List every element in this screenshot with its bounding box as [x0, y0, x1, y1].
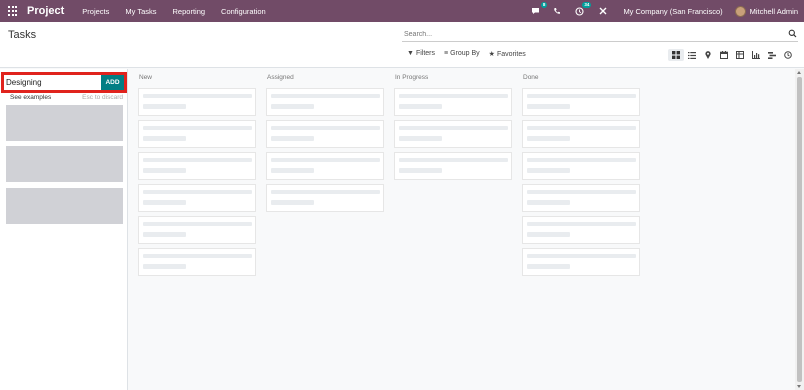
menu-my-tasks[interactable]: My Tasks	[125, 7, 156, 16]
quick-create-box: ADD	[1, 72, 127, 93]
map-view-icon[interactable]	[700, 49, 716, 61]
ghost-column-placeholder	[6, 188, 123, 224]
pivot-view-icon[interactable]	[732, 49, 748, 61]
quick-create-column: ADD See examples Esc to discard	[0, 69, 128, 390]
ghost-card	[266, 152, 384, 180]
menu-reporting[interactable]: Reporting	[173, 7, 206, 16]
column-title: In Progress	[395, 74, 429, 81]
top-navbar: Project Projects My Tasks Reporting Conf…	[0, 0, 804, 22]
phone-icon[interactable]	[551, 5, 563, 17]
company-switcher[interactable]: My Company (San Francisco)	[623, 7, 722, 16]
scroll-down-arrow-icon[interactable]	[797, 385, 801, 388]
filters-button[interactable]: ▼ Filters	[407, 50, 435, 58]
ghost-card	[522, 216, 640, 244]
ghost-card	[138, 88, 256, 116]
control-panel: Tasks ▼Filters ≡Group By ★Favorites	[0, 22, 804, 68]
apps-menu-icon[interactable]	[8, 6, 18, 16]
column-title: Done	[523, 74, 539, 81]
ghost-card	[266, 88, 384, 116]
ghost-card	[138, 152, 256, 180]
ghost-cards	[266, 88, 384, 212]
messages-icon[interactable]: 8	[529, 2, 548, 17]
activity-view-icon[interactable]	[780, 49, 796, 61]
page-title: Tasks	[8, 29, 37, 41]
filter-icon: ▼	[407, 50, 414, 57]
group-by-button[interactable]: ≡ Group By	[444, 50, 480, 58]
ghost-card	[138, 216, 256, 244]
column-title: New	[139, 74, 153, 81]
ghost-column-placeholder	[6, 146, 123, 182]
activity-clock-icon[interactable]: 34	[573, 2, 592, 17]
column-in-progress: In Progress	[394, 69, 512, 180]
user-menu[interactable]: Mitchell Admin	[750, 7, 798, 16]
column-assigned: Assigned	[266, 69, 384, 212]
ghost-cards	[394, 88, 512, 180]
stage-name-input[interactable]	[4, 78, 98, 87]
ghost-cards	[522, 88, 640, 276]
ghost-card	[522, 184, 640, 212]
ghost-card	[394, 120, 512, 148]
messages-badge: 8	[540, 2, 548, 8]
graph-view-icon[interactable]	[748, 49, 764, 61]
list-view-icon[interactable]	[684, 49, 700, 61]
ghost-card	[138, 120, 256, 148]
column-done: Done	[522, 69, 640, 276]
star-icon: ★	[488, 51, 495, 58]
group-by-icon: ≡	[444, 50, 449, 57]
menu-configuration[interactable]: Configuration	[221, 7, 266, 16]
ghost-card	[522, 152, 640, 180]
ghost-card	[522, 120, 640, 148]
app-brand[interactable]: Project	[27, 5, 64, 17]
vertical-scrollbar[interactable]	[795, 69, 804, 390]
activity-badge: 34	[582, 2, 592, 8]
ghost-cards	[138, 88, 256, 276]
ghost-card	[522, 88, 640, 116]
ghost-card	[394, 88, 512, 116]
menu-projects[interactable]: Projects	[82, 7, 109, 16]
ghost-card	[394, 152, 512, 180]
kanban-board: ADD See examples Esc to discard New Assi…	[0, 69, 795, 390]
ghost-column-placeholder	[6, 105, 123, 141]
search-input[interactable]	[402, 27, 782, 41]
search-options: ▼ Filters ≡ Group By ★ Favorites	[407, 50, 526, 58]
column-new: New	[138, 69, 256, 276]
ghost-card	[266, 120, 384, 148]
ghost-card	[138, 248, 256, 276]
favorites-button[interactable]: ★ Favorites	[489, 50, 526, 58]
debug-tools-icon[interactable]	[597, 5, 609, 17]
calendar-view-icon[interactable]	[716, 49, 732, 61]
scroll-thumb[interactable]	[797, 77, 802, 382]
add-stage-button[interactable]: ADD	[101, 75, 124, 90]
ghost-card	[522, 248, 640, 276]
user-avatar[interactable]	[734, 5, 746, 17]
see-examples-link[interactable]: See examples	[10, 94, 51, 101]
search-icon[interactable]	[788, 29, 797, 38]
kanban-view-icon[interactable]	[668, 49, 684, 61]
esc-discard-hint: Esc to discard	[82, 94, 123, 101]
ghost-card	[266, 184, 384, 212]
gantt-view-icon[interactable]	[764, 49, 780, 61]
column-title: Assigned	[267, 74, 294, 81]
ghost-card	[138, 184, 256, 212]
search-bar	[402, 27, 798, 42]
scroll-up-arrow-icon[interactable]	[797, 71, 801, 74]
view-switcher	[668, 49, 796, 61]
